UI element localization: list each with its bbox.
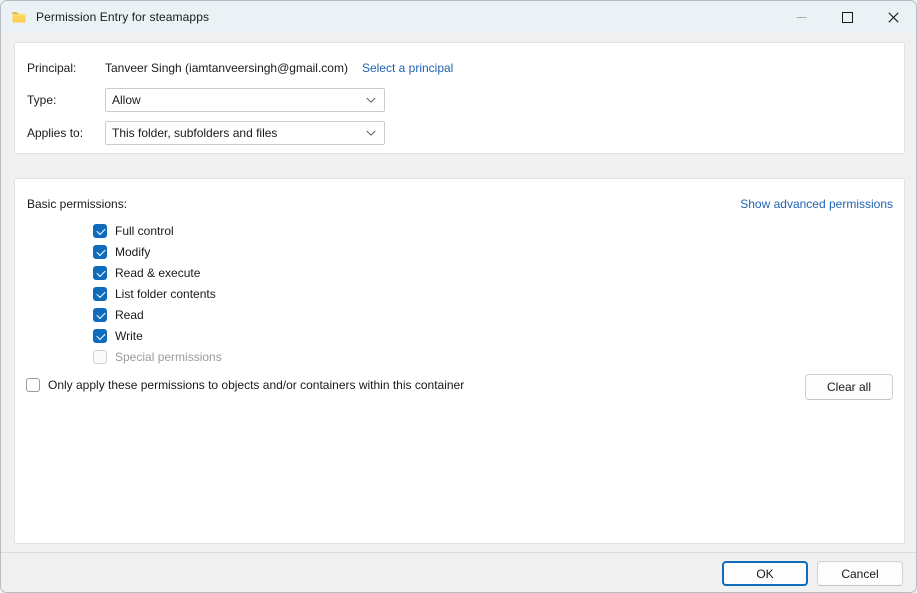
permission-row[interactable]: Modify: [93, 241, 222, 262]
permission-row[interactable]: Read & execute: [93, 262, 222, 283]
close-button[interactable]: [870, 1, 916, 33]
permission-row: Special permissions: [93, 346, 222, 367]
principal-row: Principal: Tanveer Singh (iamtanveersing…: [27, 61, 453, 75]
permission-row[interactable]: List folder contents: [93, 283, 222, 304]
applies-to-label: Applies to:: [27, 126, 84, 140]
select-a-principal-link[interactable]: Select a principal: [362, 61, 453, 75]
permission-checkbox: [93, 349, 107, 364]
principal-panel: Principal: Tanveer Singh (iamtanveersing…: [14, 42, 905, 154]
permission-label: Write: [115, 328, 143, 343]
check-icon: [96, 330, 106, 340]
dialog-footer: OK Cancel: [1, 552, 916, 592]
only-apply-checkbox[interactable]: [26, 378, 40, 392]
principal-label: Principal:: [27, 61, 77, 75]
maximize-icon: [841, 11, 853, 23]
only-apply-row[interactable]: Only apply these permissions to objects …: [26, 378, 464, 392]
check-icon: [96, 225, 106, 235]
permission-checkbox[interactable]: [93, 328, 107, 343]
caption-button-group: [778, 1, 916, 33]
permissions-list: Full control Modify Read & execute List fol…: [93, 220, 222, 367]
applies-to-dropdown-value: This folder, subfolders and files: [112, 126, 278, 140]
permission-entry-window: Permission Entry for steamapps Principal…: [0, 0, 917, 593]
permission-label: Special permissions: [115, 349, 222, 364]
close-icon: [887, 11, 899, 23]
footer-button-group: OK Cancel: [722, 561, 903, 586]
ok-button[interactable]: OK: [722, 561, 808, 586]
permission-checkbox[interactable]: [93, 307, 107, 322]
title-bar: Permission Entry for steamapps: [1, 1, 916, 33]
applies-to-row: Applies to: This folder, subfolders and …: [27, 121, 385, 145]
check-icon: [96, 288, 106, 298]
maximize-button[interactable]: [824, 1, 870, 33]
check-icon: [96, 309, 106, 319]
minimize-icon: [796, 16, 806, 18]
permission-label: Full control: [115, 223, 174, 238]
show-advanced-permissions-link[interactable]: Show advanced permissions: [740, 197, 893, 211]
permission-checkbox[interactable]: [93, 223, 107, 238]
applies-to-dropdown[interactable]: This folder, subfolders and files: [105, 121, 385, 145]
cancel-button[interactable]: Cancel: [817, 561, 903, 586]
permission-label: Read: [115, 307, 144, 322]
type-dropdown[interactable]: Allow: [105, 88, 385, 112]
type-row: Type: Allow: [27, 88, 385, 112]
minimize-button[interactable]: [778, 1, 824, 33]
permission-row[interactable]: Full control: [93, 220, 222, 241]
type-dropdown-value: Allow: [112, 93, 141, 107]
permission-checkbox[interactable]: [93, 244, 107, 259]
only-apply-label: Only apply these permissions to objects …: [48, 378, 465, 392]
principal-value: Tanveer Singh (iamtanveersingh@gmail.com…: [105, 61, 348, 75]
permission-checkbox[interactable]: [93, 265, 107, 280]
chevron-down-icon: [366, 95, 376, 105]
check-icon: [96, 246, 106, 256]
check-icon: [96, 267, 106, 277]
permissions-panel: Basic permissions: Show advanced permiss…: [14, 178, 905, 544]
permission-checkbox[interactable]: [93, 286, 107, 301]
type-label: Type:: [27, 93, 57, 107]
permission-row[interactable]: Write: [93, 325, 222, 346]
permission-label: Read & execute: [115, 265, 201, 280]
clear-all-button[interactable]: Clear all: [805, 374, 893, 400]
window-title: Permission Entry for steamapps: [36, 10, 210, 24]
permission-row[interactable]: Read: [93, 304, 222, 325]
permission-label: List folder contents: [115, 286, 216, 301]
folder-icon: [11, 9, 27, 25]
chevron-down-icon: [366, 128, 376, 138]
permission-label: Modify: [115, 244, 151, 259]
basic-permissions-label: Basic permissions:: [27, 197, 128, 211]
